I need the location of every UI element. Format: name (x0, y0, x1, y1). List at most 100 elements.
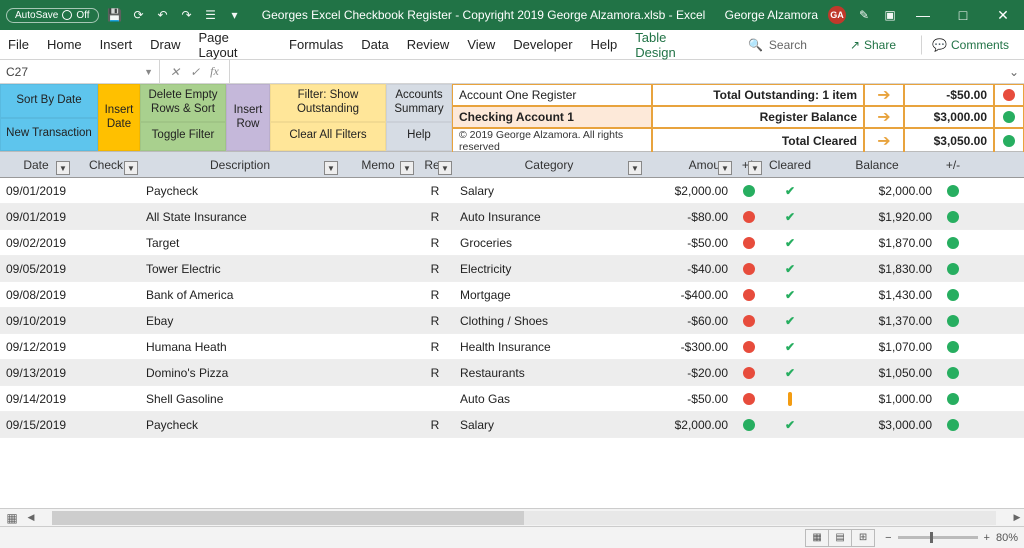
cell-amount[interactable]: -$400.00 (644, 288, 734, 302)
cell-category[interactable]: Salary (454, 184, 644, 198)
cell-rec[interactable]: R (416, 210, 454, 224)
tab-developer[interactable]: Developer (513, 37, 572, 52)
tab-page-layout[interactable]: Page Layout (199, 30, 272, 60)
cell-category[interactable]: Auto Gas (454, 392, 644, 406)
table-body[interactable]: 09/01/2019PaycheckRSalary$2,000.00✔$2,00… (0, 178, 1024, 508)
insert-row-button[interactable]: Insert Row (226, 84, 270, 151)
undo-icon[interactable]: ↶ (155, 7, 171, 23)
cell-balance[interactable]: $1,830.00 (816, 262, 938, 276)
tab-review[interactable]: Review (407, 37, 450, 52)
cell-balance[interactable]: $1,070.00 (816, 340, 938, 354)
cell-description[interactable]: Target (140, 236, 340, 250)
normal-view-button[interactable]: ▦ (805, 529, 829, 547)
col-memo[interactable]: Memo▼ (340, 152, 416, 177)
table-row[interactable]: 09/02/2019TargetRGroceries-$50.00✔$1,870… (0, 230, 1024, 256)
page-break-view-button[interactable]: ⊞ (851, 529, 875, 547)
cell-plusminus[interactable] (734, 289, 764, 301)
page-layout-view-button[interactable]: ▤ (828, 529, 852, 547)
sheet-icon[interactable]: ▦ (0, 511, 24, 525)
cell-rec[interactable]: R (416, 184, 454, 198)
col-cleared[interactable]: Cleared (764, 152, 816, 177)
cell-cleared[interactable]: ✔ (764, 288, 816, 302)
filter-dropdown-icon[interactable]: ▼ (400, 161, 414, 175)
cell-amount[interactable]: -$60.00 (644, 314, 734, 328)
cell-plusminus[interactable] (734, 263, 764, 275)
cell-date[interactable]: 09/05/2019 (0, 262, 72, 276)
cell-balance[interactable]: $1,370.00 (816, 314, 938, 328)
zoom-slider[interactable] (898, 536, 978, 539)
cell-amount[interactable]: $2,000.00 (644, 184, 734, 198)
cell-description[interactable]: All State Insurance (140, 210, 340, 224)
cell-date[interactable]: 09/12/2019 (0, 340, 72, 354)
filter-dropdown-icon[interactable]: ▼ (718, 161, 732, 175)
cell-rec[interactable]: R (416, 340, 454, 354)
clear-all-filters-button[interactable]: Clear All Filters (270, 122, 386, 151)
filter-dropdown-icon[interactable]: ▼ (748, 161, 762, 175)
cell-plusminus2[interactable] (938, 367, 968, 379)
expand-formula-bar-icon[interactable]: ⌄ (1004, 60, 1024, 83)
cell-description[interactable]: Ebay (140, 314, 340, 328)
cell-balance[interactable]: $1,050.00 (816, 366, 938, 380)
user-name[interactable]: George Alzamora (725, 8, 818, 22)
save-icon[interactable]: 💾 (107, 7, 123, 23)
cell-rec[interactable]: R (416, 366, 454, 380)
tab-view[interactable]: View (467, 37, 495, 52)
col-date[interactable]: Date▼ (0, 152, 72, 177)
cell-rec[interactable]: R (416, 288, 454, 302)
cell-category[interactable]: Restaurants (454, 366, 644, 380)
cell-balance[interactable]: $1,000.00 (816, 392, 938, 406)
cell-balance[interactable]: $2,000.00 (816, 184, 938, 198)
cell-amount[interactable]: -$80.00 (644, 210, 734, 224)
filter-dropdown-icon[interactable]: ▼ (56, 161, 70, 175)
cell-description[interactable]: Humana Heath (140, 340, 340, 354)
cell-plusminus2[interactable] (938, 289, 968, 301)
cell-amount[interactable]: $2,000.00 (644, 418, 734, 432)
draw-mode-icon[interactable]: ✎ (856, 7, 872, 23)
cell-category[interactable]: Groceries (454, 236, 644, 250)
close-button[interactable]: ✕ (988, 7, 1018, 24)
cell-description[interactable]: Paycheck (140, 418, 340, 432)
cell-category[interactable]: Salary (454, 418, 644, 432)
cell-cleared[interactable]: ✔ (764, 418, 816, 432)
cell-date[interactable]: 09/13/2019 (0, 366, 72, 380)
fx-icon[interactable]: fx (210, 64, 219, 79)
tab-formulas[interactable]: Formulas (289, 37, 343, 52)
scroll-right-icon[interactable]: ▶ (1010, 512, 1024, 523)
filter-dropdown-icon[interactable]: ▼ (124, 161, 138, 175)
sync-icon[interactable]: ⟳ (131, 7, 147, 23)
accounts-summary-button[interactable]: Accounts Summary (386, 84, 452, 122)
name-box[interactable]: C27 ▼ (0, 60, 160, 83)
formula-input[interactable] (230, 60, 1004, 83)
tab-draw[interactable]: Draw (150, 37, 180, 52)
avatar[interactable]: GA (828, 6, 846, 24)
cell-description[interactable]: Tower Electric (140, 262, 340, 276)
cell-description[interactable]: Domino's Pizza (140, 366, 340, 380)
scroll-thumb[interactable] (52, 511, 524, 525)
qat-dropdown-icon[interactable]: ▾ (227, 7, 243, 23)
table-row[interactable]: 09/05/2019Tower ElectricRElectricity-$40… (0, 256, 1024, 282)
cell-amount[interactable]: -$40.00 (644, 262, 734, 276)
cell-category[interactable]: Electricity (454, 262, 644, 276)
cell-balance[interactable]: $1,430.00 (816, 288, 938, 302)
comments-button[interactable]: 💬 Comments (921, 35, 1016, 55)
cell-plusminus2[interactable] (938, 341, 968, 353)
cancel-formula-icon[interactable]: ✕ (170, 65, 180, 79)
cell-cleared[interactable]: ✔ (764, 340, 816, 354)
cell-plusminus[interactable] (734, 211, 764, 223)
filter-dropdown-icon[interactable]: ▼ (324, 161, 338, 175)
cell-date[interactable]: 09/14/2019 (0, 392, 72, 406)
col-amount[interactable]: Amount▼ (644, 152, 734, 177)
cell-cleared[interactable]: ✔ (764, 236, 816, 250)
cell-cleared[interactable]: ✔ (764, 366, 816, 380)
cell-date[interactable]: 09/08/2019 (0, 288, 72, 302)
cell-rec[interactable]: R (416, 418, 454, 432)
tab-insert[interactable]: Insert (100, 37, 133, 52)
cell-balance[interactable]: $1,870.00 (816, 236, 938, 250)
tab-help[interactable]: Help (591, 37, 618, 52)
cell-plusminus2[interactable] (938, 185, 968, 197)
col-balance[interactable]: Balance (816, 152, 938, 177)
tab-file[interactable]: File (8, 37, 29, 52)
table-row[interactable]: 09/12/2019Humana HeathRHealth Insurance-… (0, 334, 1024, 360)
zoom-in-button[interactable]: + (984, 532, 990, 544)
cell-plusminus2[interactable] (938, 263, 968, 275)
